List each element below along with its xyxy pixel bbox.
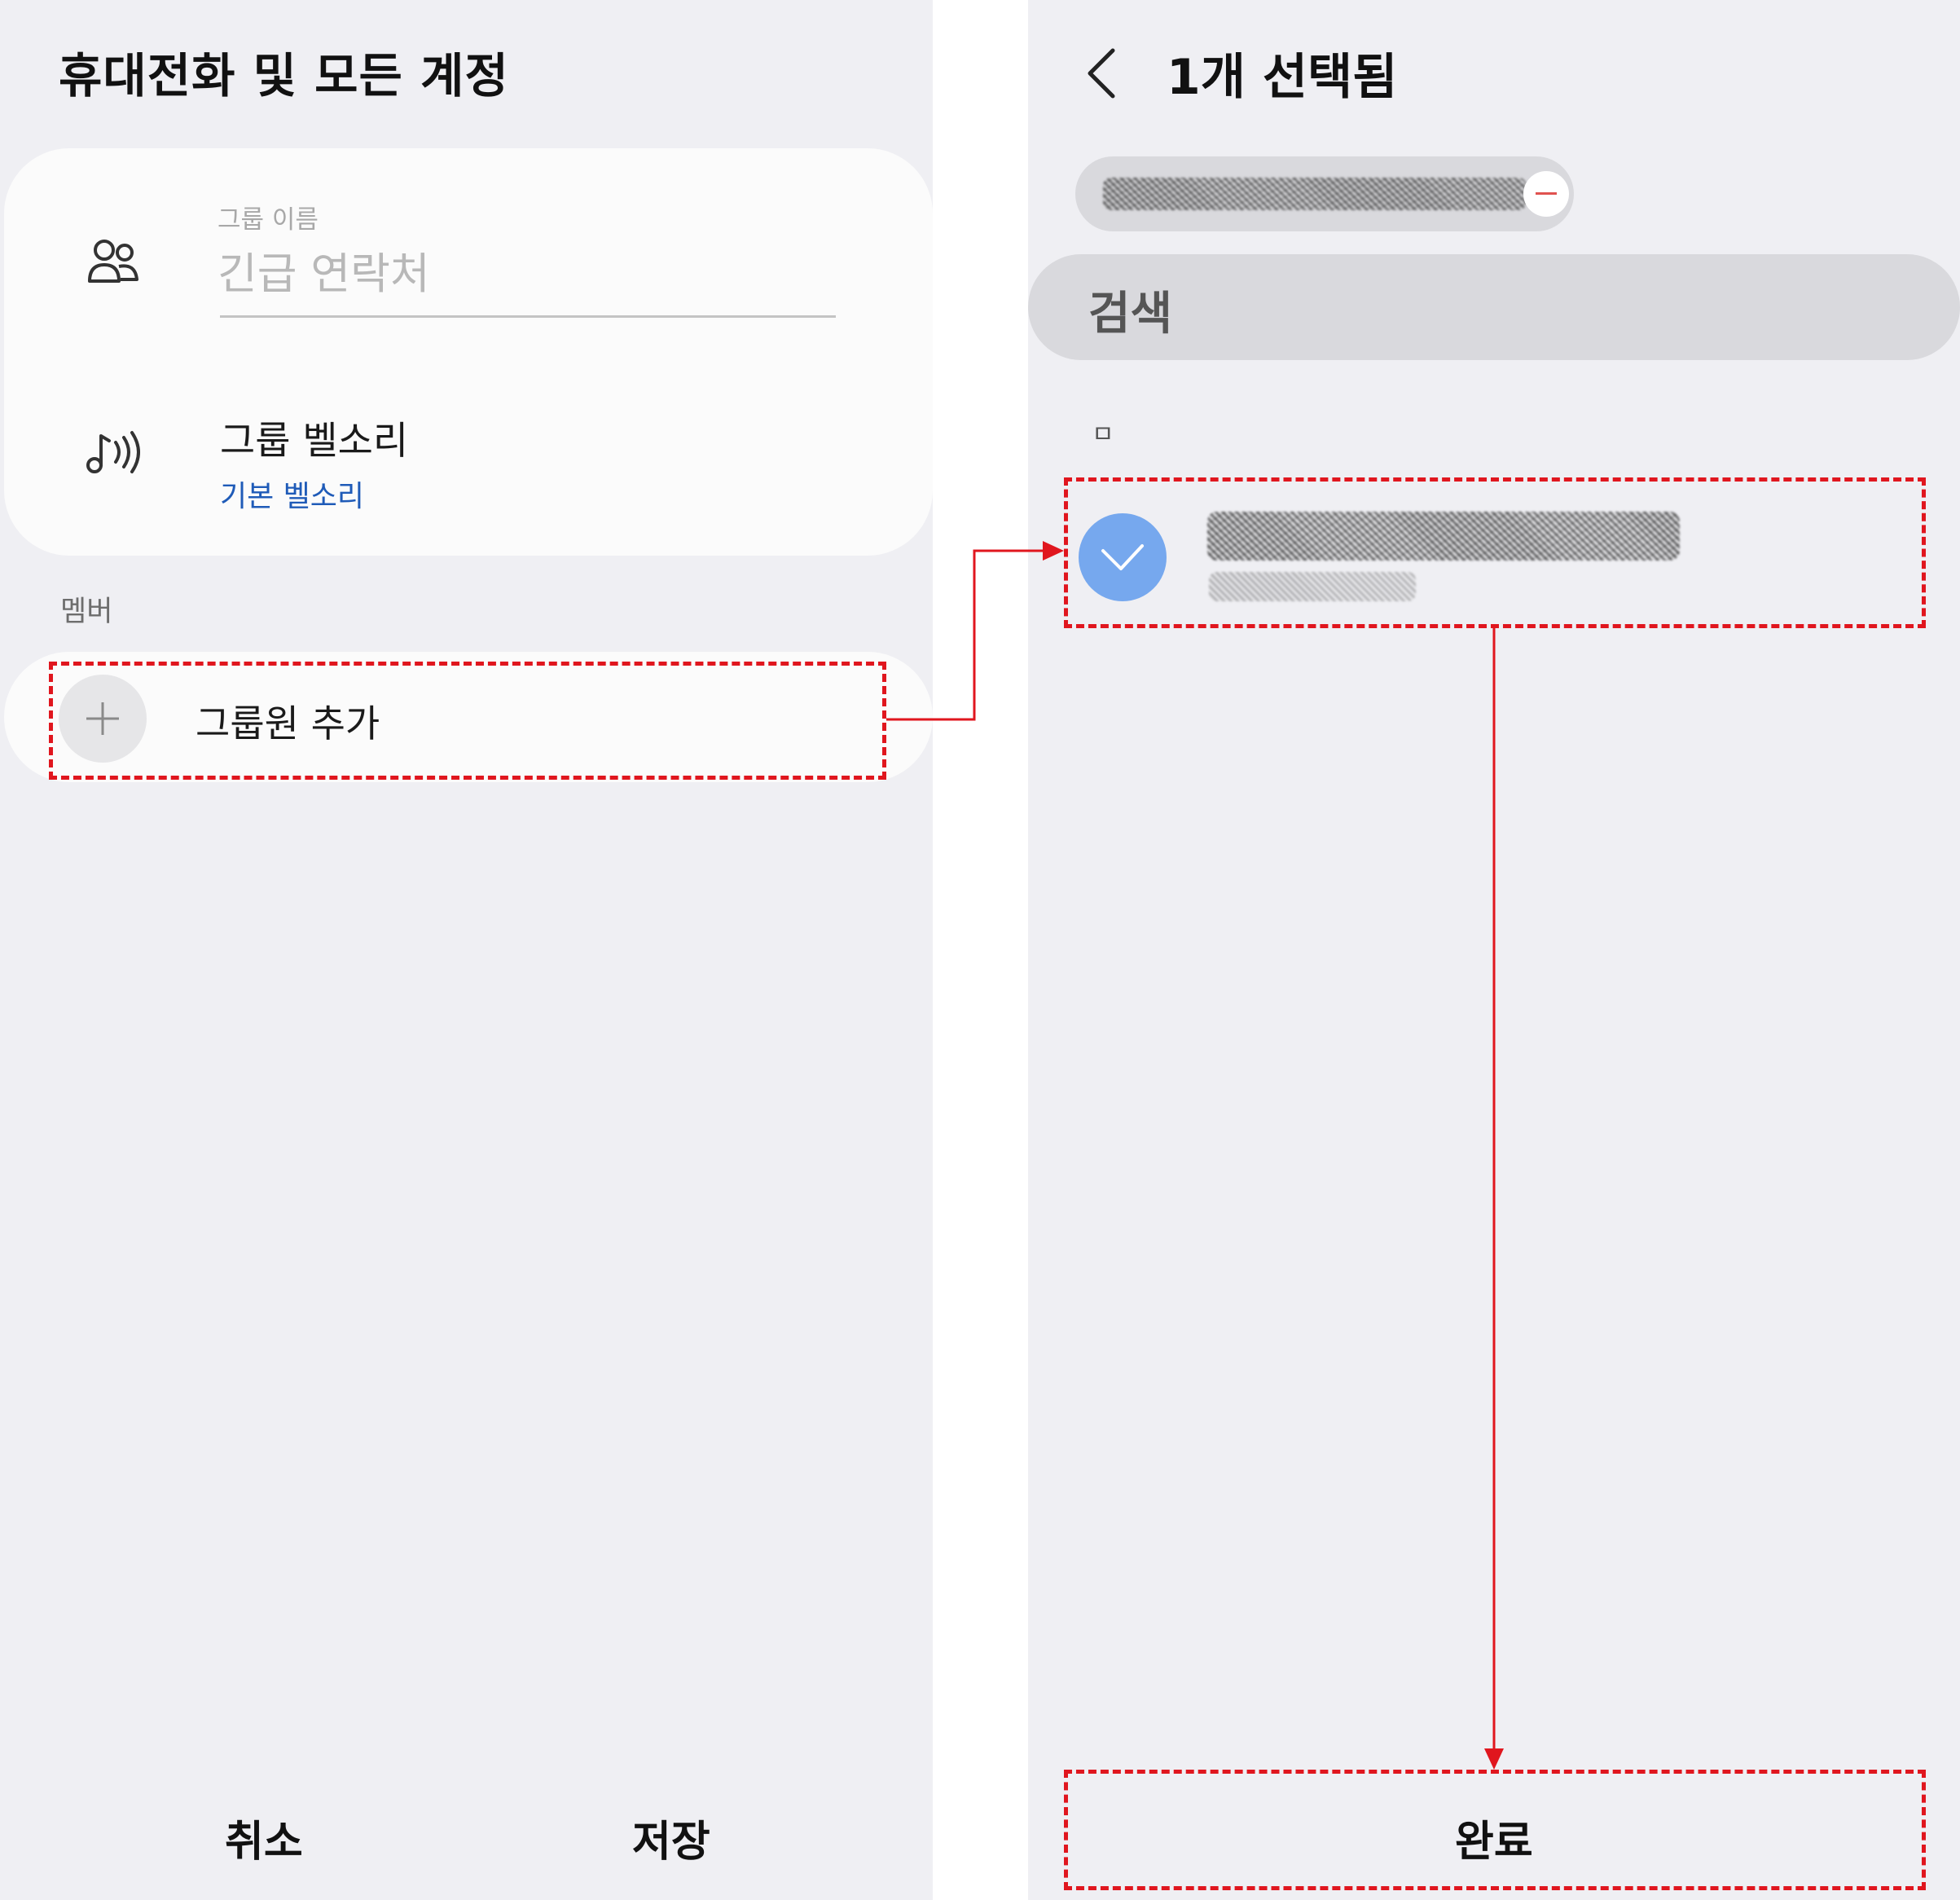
save-button[interactable]: 저장 [632, 1807, 710, 1868]
highlight-contact-row [1064, 477, 1926, 628]
people-icon [81, 231, 147, 296]
group-edit-screen: 휴대전화 및 모든 계정 그룹 이름 긴급 연락처 그룹 벨소리 기본 벨소리 … [0, 0, 933, 1900]
group-info-card [4, 148, 933, 556]
group-name-input[interactable]: 긴급 연락처 [218, 240, 430, 301]
highlight-add-member [49, 662, 886, 780]
remove-chip-icon[interactable] [1523, 171, 1569, 217]
highlight-done-button [1064, 1770, 1926, 1890]
selection-count-title: 1개 선택됨 [1167, 49, 1398, 106]
group-ringtone-value: 기본 벨소리 [220, 480, 365, 513]
music-note-icon [81, 420, 147, 485]
chevron-left-icon [1088, 48, 1115, 99]
selected-contact-chip[interactable] [1075, 156, 1574, 231]
group-name-underline [220, 315, 836, 318]
cancel-button[interactable]: 취소 [225, 1807, 303, 1868]
index-header: ㅁ [1092, 420, 1114, 449]
group-name-label: 그룹 이름 [218, 205, 319, 235]
back-button[interactable] [1077, 41, 1126, 106]
contact-picker-screen: 1개 선택됨 검색 ㅁ 완료 [1028, 0, 1960, 1900]
group-ringtone-item[interactable]: 그룹 벨소리 [220, 409, 408, 465]
search-placeholder: 검색 [1088, 288, 1173, 341]
page-title: 휴대전화 및 모든 계정 [59, 48, 509, 103]
redacted-chip-name [1103, 178, 1527, 210]
members-section-label: 멤버 [60, 596, 113, 628]
